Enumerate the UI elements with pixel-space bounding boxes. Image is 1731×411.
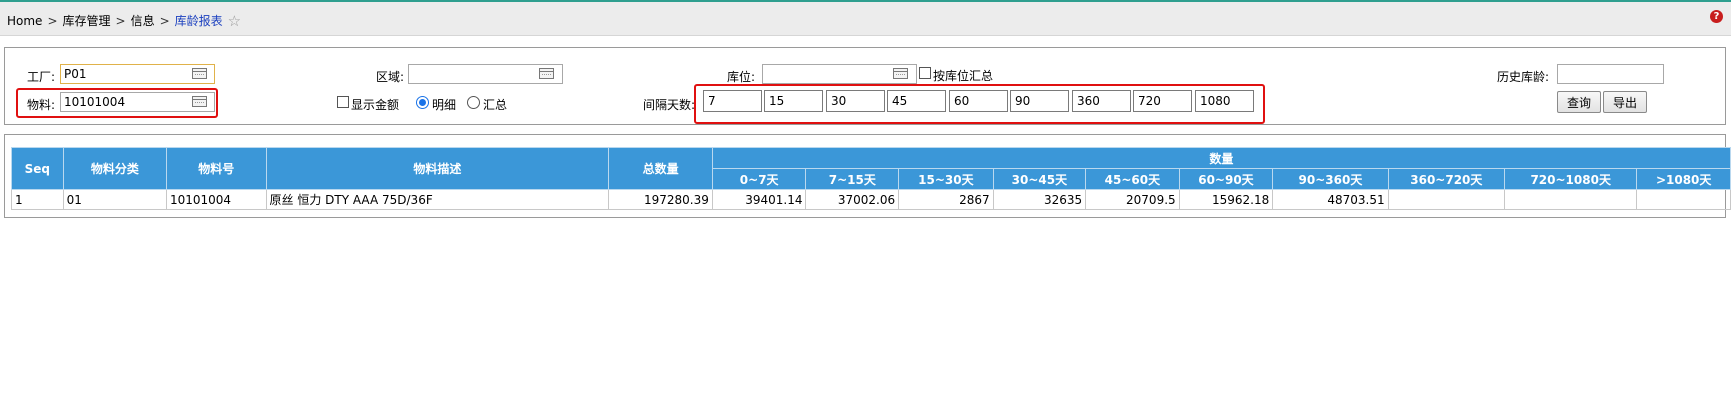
history-age-label: 历史库龄: bbox=[1497, 70, 1550, 84]
breadcrumb-separator: > bbox=[47, 14, 58, 28]
cell-bucket-10 bbox=[1636, 189, 1731, 210]
plant-picker-icon[interactable] bbox=[192, 68, 207, 79]
cell-bucket-6: 15962.18 bbox=[1178, 189, 1274, 210]
query-button[interactable]: 查询 bbox=[1557, 91, 1601, 113]
header-quantity-group: 数量 bbox=[711, 147, 1731, 169]
cell-material: 10101004 bbox=[165, 189, 267, 210]
header-total[interactable]: 总数量 bbox=[608, 147, 713, 190]
cell-bucket-4: 32635 bbox=[992, 189, 1087, 210]
export-button[interactable]: 导出 bbox=[1603, 91, 1647, 113]
header-bucket-5[interactable]: 45~60天 bbox=[1085, 168, 1180, 190]
header-category[interactable]: 物料分类 bbox=[62, 147, 167, 190]
breadcrumb: Home > 库存管理 > 信息 > 库龄报表 ☆ bbox=[7, 11, 241, 30]
by-location-checkbox[interactable] bbox=[919, 67, 931, 79]
detail-radio[interactable] bbox=[416, 96, 429, 109]
interval-days-label: 间隔天数: bbox=[643, 98, 696, 112]
header-bucket-7[interactable]: 90~360天 bbox=[1272, 168, 1389, 190]
by-location-label: 按库位汇总 bbox=[933, 69, 994, 83]
breadcrumb-separator: > bbox=[159, 14, 170, 28]
cell-bucket-9 bbox=[1504, 189, 1638, 210]
interval-highlight-box bbox=[694, 84, 1265, 124]
favorite-star-icon[interactable]: ☆ bbox=[228, 12, 241, 30]
cell-bucket-8 bbox=[1387, 189, 1506, 210]
inventory-age-table: Seq 物料分类 物料号 物料描述 总数量 数量 0~7天 7~15天 15~3… bbox=[11, 147, 1731, 210]
table-header-row: Seq 物料分类 物料号 物料描述 总数量 数量 bbox=[11, 147, 1731, 190]
cell-description: 原丝 恒力 DTY AAA 75D/36F bbox=[265, 189, 610, 210]
breadcrumb-inventory[interactable]: 库存管理 bbox=[63, 14, 111, 28]
plant-label: 工厂: bbox=[27, 70, 56, 84]
header-seq[interactable]: Seq bbox=[11, 147, 64, 190]
breadcrumb-info[interactable]: 信息 bbox=[131, 14, 155, 28]
history-age-input[interactable] bbox=[1557, 64, 1664, 84]
cell-bucket-5: 20709.5 bbox=[1085, 189, 1180, 210]
header-bucket-9[interactable]: 720~1080天 bbox=[1504, 168, 1638, 190]
header-bucket-4[interactable]: 30~45天 bbox=[992, 168, 1087, 190]
help-icon[interactable]: ? bbox=[1710, 10, 1723, 23]
cell-total: 197280.39 bbox=[608, 189, 713, 210]
cell-seq: 1 bbox=[11, 189, 64, 210]
header-bucket-2[interactable]: 7~15天 bbox=[805, 168, 900, 190]
location-picker-icon[interactable] bbox=[893, 68, 908, 79]
cell-category: 01 bbox=[62, 189, 167, 210]
header-description[interactable]: 物料描述 bbox=[265, 147, 610, 190]
table-row[interactable]: 1 01 10101004 原丝 恒力 DTY AAA 75D/36F 1972… bbox=[11, 189, 1731, 210]
material-highlight-box bbox=[16, 88, 218, 118]
breadcrumb-current: 库龄报表 bbox=[174, 14, 223, 28]
area-label: 区域: bbox=[376, 70, 405, 84]
cell-bucket-2: 37002.06 bbox=[805, 189, 900, 210]
location-label: 库位: bbox=[727, 70, 756, 84]
detail-label: 明细 bbox=[432, 98, 457, 112]
show-amount-checkbox[interactable] bbox=[337, 96, 349, 108]
header-bucket-6[interactable]: 60~90天 bbox=[1178, 168, 1274, 190]
summary-label: 汇总 bbox=[483, 98, 508, 112]
show-amount-label: 显示金额 bbox=[351, 98, 400, 112]
summary-radio[interactable] bbox=[467, 96, 480, 109]
area-picker-icon[interactable] bbox=[539, 68, 554, 79]
header-material[interactable]: 物料号 bbox=[165, 147, 267, 190]
header-bucket-10[interactable]: >1080天 bbox=[1636, 168, 1731, 190]
header-bucket-8[interactable]: 360~720天 bbox=[1387, 168, 1506, 190]
top-accent-line bbox=[0, 0, 1731, 2]
header-bucket-3[interactable]: 15~30天 bbox=[898, 168, 994, 190]
cell-bucket-7: 48703.51 bbox=[1272, 189, 1389, 210]
cell-bucket-3: 2867 bbox=[898, 189, 994, 210]
breadcrumb-home[interactable]: Home bbox=[7, 14, 42, 28]
header-bucket-1[interactable]: 0~7天 bbox=[711, 168, 807, 190]
cell-bucket-1: 39401.14 bbox=[711, 189, 807, 210]
top-bar: Home > 库存管理 > 信息 > 库龄报表 ☆ ? bbox=[0, 0, 1731, 36]
breadcrumb-separator: > bbox=[115, 14, 126, 28]
